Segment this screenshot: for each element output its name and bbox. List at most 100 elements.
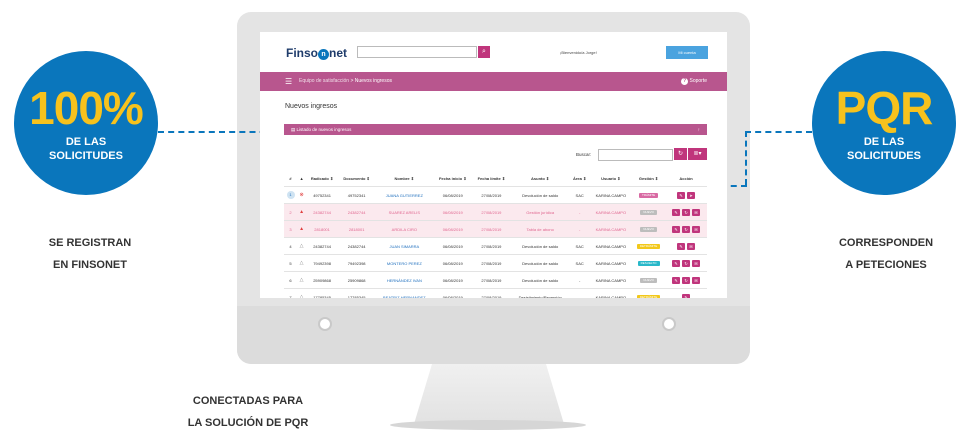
table-search-label: Buscar: [576, 152, 592, 157]
column-header[interactable]: ▲ [297, 170, 306, 187]
refresh-icon[interactable]: ↻ [682, 276, 691, 284]
nombre-cell[interactable]: ARDILA CIRO [375, 220, 434, 238]
edit-icon[interactable]: ✎ [677, 191, 686, 199]
search-input[interactable] [357, 46, 477, 58]
column-header[interactable]: Nombre ⇕ [375, 170, 433, 187]
edit-icon[interactable]: ✎ [682, 293, 691, 298]
gestion-cell: TRÁMITE [632, 186, 666, 204]
account-button[interactable]: Mi cuenta [666, 46, 708, 59]
column-header[interactable]: Gestión ⇕ [632, 170, 665, 187]
row-number-cell: 1 [284, 186, 298, 204]
mail-icon[interactable]: ✉ [687, 242, 696, 250]
warning-icon: △ [299, 260, 304, 266]
column-header[interactable]: Acción [665, 170, 707, 187]
gestion-cell: DETRÁMITE [632, 237, 666, 255]
warning-icon: △ [299, 294, 304, 298]
column-header[interactable]: Fecha inicio ⇕ [433, 170, 472, 187]
nombre-cell[interactable]: HERNÁNDEZ IVAN [375, 271, 434, 289]
table-row[interactable]: 5 △ 79492398 79492398 MONTERO PEREZ 06/08/201… [284, 254, 707, 272]
asunto-cell: Devolución de saldo [510, 254, 570, 272]
hamburger-menu-icon[interactable]: ☰ [285, 72, 292, 91]
limite-cell: 27/08/2019 [472, 203, 511, 221]
table-search-input[interactable] [598, 149, 673, 161]
inicio-cell: 06/08/2019 [433, 237, 473, 255]
usuario-cell: KARINA CAMPO [589, 220, 633, 238]
status-badge: DETRÁMITE [636, 244, 661, 249]
column-header[interactable]: Fecha límite ⇕ [472, 170, 511, 187]
mail-icon[interactable]: ✉ [692, 208, 701, 216]
right-stat-line2: SOLICITUDES [847, 150, 921, 162]
table-row[interactable]: 3 ▲ 2818001 2818001 ARDILA CIRO 06/08/2019 27/… [284, 220, 707, 238]
documento-cell: 79492398 [338, 254, 376, 272]
table-row[interactable]: 1 ⊗ 49752341 49752341 JUANA GUTIERREZ 06/08/2… [284, 186, 707, 204]
send-icon[interactable]: ➤ [687, 191, 696, 199]
nombre-cell[interactable]: MONTERO PEREZ [375, 254, 434, 272]
refresh-icon[interactable]: ↻ [682, 259, 691, 267]
gestion-cell: DETRÁMITE [632, 288, 666, 298]
row-number-cell: 4 [284, 237, 298, 255]
usuario-cell: KARINA CAMPO [589, 254, 633, 272]
bottom-caption: CONECTADAS PARA LA SOLUCIÓN DE PQR [148, 390, 348, 434]
nombre-cell[interactable]: SUAREZ ARELIS [375, 203, 434, 221]
area-cell: - [569, 203, 590, 221]
mail-icon[interactable]: ✉ [692, 225, 701, 233]
search-button[interactable]: ⌕ [478, 46, 490, 58]
edit-icon[interactable]: ✎ [677, 242, 686, 250]
nombre-cell[interactable]: JUANA GUTIERREZ [375, 186, 434, 204]
radicado-cell: 17785345 [306, 288, 339, 298]
column-header[interactable]: Documento ⇕ [338, 170, 375, 187]
warning-icon: ▲ [299, 226, 305, 232]
nombre-cell[interactable]: BEATRIZ HERNANDEZ [375, 288, 434, 298]
edit-icon[interactable]: ✎ [672, 259, 681, 267]
columns-button[interactable]: ≣▾ [688, 148, 707, 160]
right-caption-line1: CORRESPONDEN [838, 237, 934, 249]
column-header[interactable]: Usuario ⇕ [590, 170, 632, 187]
status-badge: NUEVO [640, 210, 657, 215]
mail-icon[interactable]: ✉ [692, 259, 701, 267]
right-stat-value: PQR [835, 82, 934, 134]
column-header[interactable]: Radicado ⇕ [306, 170, 338, 187]
nombre-cell[interactable]: JUAN SIMARRA [375, 237, 434, 255]
table-row[interactable]: 6 △ 25909868 25909868 HERNÁNDEZ IVAN 06/08/20… [284, 271, 707, 289]
refresh-button[interactable]: ↻ [674, 148, 687, 160]
columns-icon: ≣▾ [693, 151, 702, 157]
left-caption-line1: SE REGISTRAN [48, 237, 132, 249]
support-link[interactable]: ? Soporte [681, 72, 707, 91]
app-topbar: Finso n net ⌕ ¡Bienvenido/a Jorge! Mi cuen… [260, 32, 727, 72]
right-connector-drop [745, 131, 747, 185]
asunto-cell: Gestión jurídica [510, 203, 570, 221]
priority-cell: ⊗ [297, 186, 307, 204]
asunto-cell: Desistimiento/Reversión [510, 288, 570, 298]
table-row[interactable]: 2 ▲ 24382744 24382744 SUAREZ ARELIS 06/08/201… [284, 203, 707, 221]
breadcrumb-root[interactable]: Equipo de satisfacción [299, 78, 349, 84]
warning-icon: ▲ [299, 209, 305, 215]
list-icon: ▤ [291, 127, 296, 132]
column-header[interactable]: Área ⇕ [570, 170, 590, 187]
status-badge: NUEVO [640, 278, 657, 283]
list-panel-header[interactable]: ▤ Listado de nuevos ingresos ↑ [284, 124, 707, 135]
monitor-left-dot [318, 317, 332, 331]
mail-icon[interactable]: ✉ [692, 276, 701, 284]
usuario-cell: KARINA CAMPO [589, 186, 633, 204]
asunto-cell: Devolución de saldo [510, 271, 570, 289]
status-badge: RESUELTO [637, 261, 660, 266]
table-row[interactable]: 7 △ 17785345 17785345 BEATRIZ HERNANDEZ 06/08… [284, 288, 707, 298]
column-header[interactable]: # [284, 170, 297, 187]
collapse-arrow-icon[interactable]: ↑ [698, 124, 700, 135]
priority-cell: △ [297, 254, 307, 272]
edit-icon[interactable]: ✎ [672, 276, 681, 284]
action-cell: ✎ ↻ ✉ [665, 254, 707, 272]
documento-cell: 2818001 [338, 220, 376, 238]
table-row[interactable]: 4 △ 24382744 24382744 JUAN SIMARRA 06/08/2019… [284, 237, 707, 255]
edit-icon[interactable]: ✎ [672, 208, 681, 216]
refresh-icon[interactable]: ↻ [682, 208, 691, 216]
gestion-cell: RESUELTO [632, 254, 666, 272]
finsonet-logo[interactable]: Finso n net [286, 46, 347, 60]
column-header[interactable]: Asunto ⇕ [511, 170, 570, 187]
action-cell: ✎ ↻ ✉ [665, 220, 707, 238]
action-cell: ✎ ✉ [665, 237, 707, 255]
refresh-icon[interactable]: ↻ [682, 225, 691, 233]
edit-icon[interactable]: ✎ [672, 225, 681, 233]
area-cell: SAC [569, 186, 590, 204]
bottom-caption-line1: CONECTADAS PARA [192, 395, 304, 407]
